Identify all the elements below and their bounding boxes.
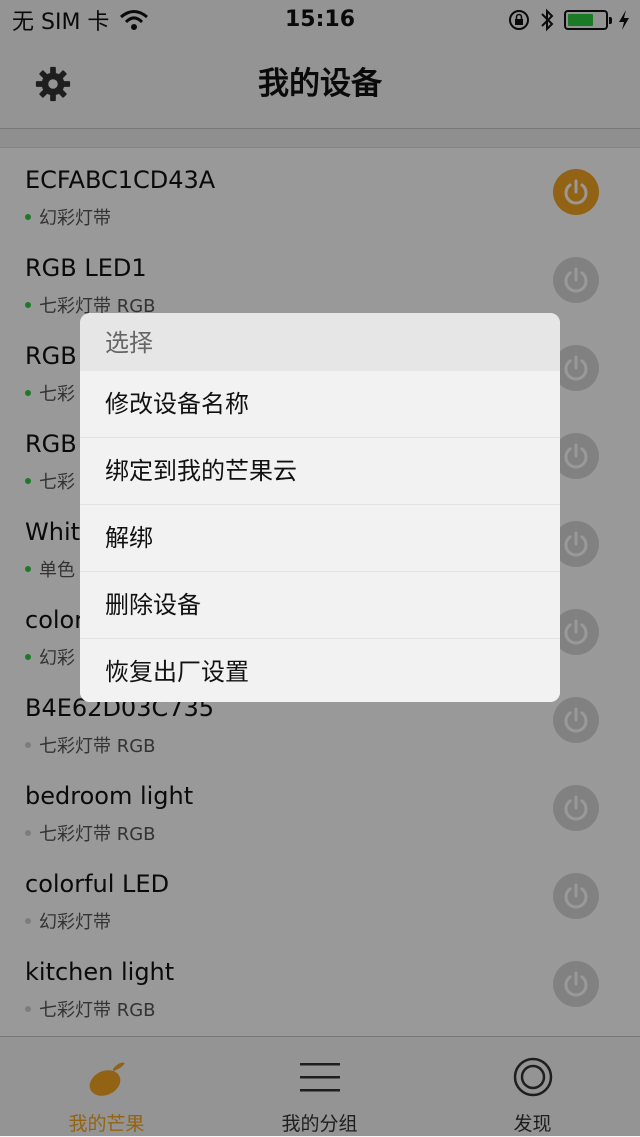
unbind-option[interactable]: 解绑 [80, 504, 560, 571]
factory-reset-option[interactable]: 恢复出厂设置 [80, 638, 560, 702]
bind-to-cloud-option[interactable]: 绑定到我的芒果云 [80, 437, 560, 504]
action-sheet: 选择 修改设备名称 绑定到我的芒果云 解绑 删除设备 恢复出厂设置 [80, 313, 560, 702]
rename-device-option[interactable]: 修改设备名称 [80, 371, 560, 437]
delete-device-option[interactable]: 删除设备 [80, 571, 560, 638]
action-sheet-title: 选择 [80, 313, 560, 371]
